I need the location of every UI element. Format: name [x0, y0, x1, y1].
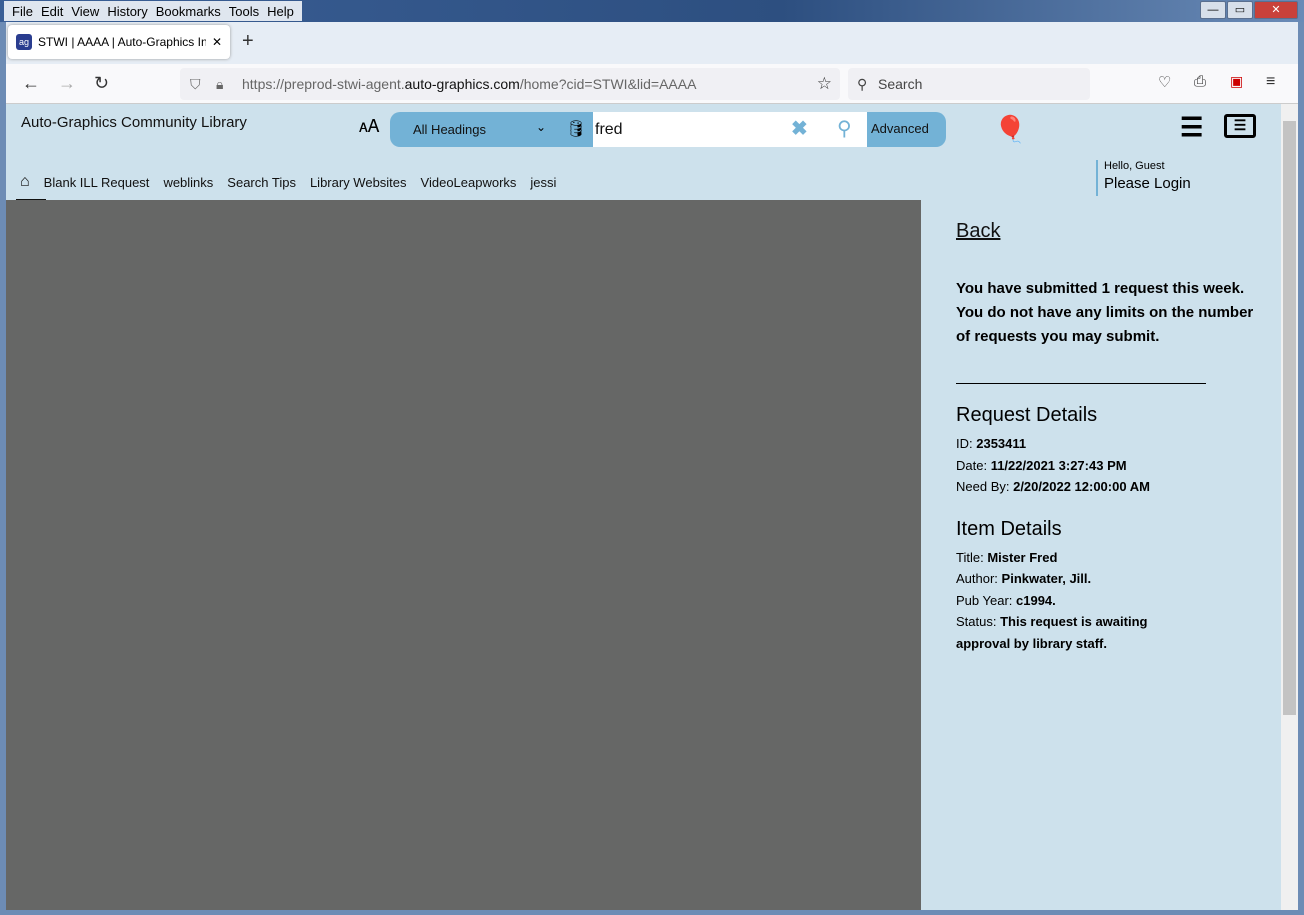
menu-bookmarks[interactable]: Bookmarks — [152, 4, 225, 19]
scrollbar[interactable] — [1281, 104, 1298, 910]
menu-view[interactable]: View — [67, 4, 103, 19]
search-bar: All Headings ⌄ 🛢︎ fred ✖ ⚲ Advanced — [390, 112, 946, 147]
nav-jessi[interactable]: jessi — [530, 175, 556, 190]
menu-history[interactable]: History — [103, 4, 151, 19]
back-arrow-icon[interactable]: ← — [22, 73, 40, 94]
nav-blank-ill-request[interactable]: Blank ILL Request — [44, 175, 150, 190]
tab-bar: ag STWI | AAAA | Auto-Graphics In ✕ + — [6, 22, 1298, 64]
bookmark-star-icon[interactable]: ☆ — [817, 68, 832, 100]
search-placeholder: Search — [878, 76, 923, 92]
back-link[interactable]: Back — [956, 220, 1256, 243]
favicon-icon: ag — [16, 34, 32, 50]
search-input[interactable]: fred ✖ ⚲ — [593, 112, 867, 147]
menu-edit[interactable]: Edit — [37, 4, 67, 19]
web-page: Auto-Graphics Community Library 🗚 All He… — [6, 104, 1298, 910]
message-submitted: You have submitted 1 request this week. — [956, 280, 1245, 297]
pocket-icon[interactable]: ♡ — [1158, 73, 1171, 91]
greeting: Hello, Guest — [1104, 160, 1165, 172]
menu-bar: File Edit View History Bookmarks Tools H… — [4, 1, 302, 21]
request-count-message: You have submitted 1 request this week. … — [956, 277, 1256, 349]
request-need-by: Need By: 2/20/2022 12:00:00 AM — [956, 479, 1150, 494]
request-panel: Back You have submitted 1 request this w… — [956, 220, 1256, 654]
divider — [956, 383, 1206, 384]
balloon-icon[interactable]: 🎈 — [994, 114, 1026, 145]
url-suffix: /home?cid=STWI&lid=AAAA — [519, 76, 697, 92]
url-domain: auto-graphics.com — [404, 76, 520, 92]
new-tab-button[interactable]: + — [242, 30, 254, 53]
nav-weblinks[interactable]: weblinks — [163, 175, 213, 190]
item-author: Author: Pinkwater, Jill. — [956, 571, 1092, 586]
database-icon[interactable]: 🛢︎ — [566, 119, 586, 139]
nav-search-tips[interactable]: Search Tips — [227, 175, 296, 190]
search-type-select[interactable]: All Headings — [413, 122, 486, 137]
scrollbar-thumb[interactable] — [1283, 121, 1296, 715]
search-icon[interactable]: ⚲ — [837, 112, 852, 147]
site-nav: ⌂ Blank ILL Request weblinks Search Tips… — [20, 173, 556, 191]
clear-icon[interactable]: ✖ — [791, 112, 808, 147]
menu-help[interactable]: Help — [263, 4, 298, 19]
browser-tab[interactable]: ag STWI | AAAA | Auto-Graphics In ✕ — [8, 25, 230, 59]
item-pub-year: Pub Year: c1994. — [956, 592, 1056, 608]
library-name: Auto-Graphics Community Library — [21, 114, 247, 131]
list-view-icon[interactable]: ☰ — [1224, 114, 1256, 138]
user-area: Hello, Guest Please Login — [1096, 160, 1191, 196]
chevron-down-icon[interactable]: ⌄ — [536, 120, 546, 134]
tab-title: STWI | AAAA | Auto-Graphics In — [38, 35, 206, 49]
nav-videoleapworks[interactable]: VideoLeapworks — [421, 175, 517, 190]
home-icon[interactable]: ⌂ — [20, 173, 30, 191]
shield-icon[interactable]: ⛉ — [190, 68, 201, 100]
nav-library-websites[interactable]: Library Websites — [310, 175, 407, 190]
window-titlebar: File Edit View History Bookmarks Tools H… — [0, 0, 1304, 22]
request-id: ID: 2353411 — [956, 436, 1027, 451]
close-tab-icon[interactable]: ✕ — [212, 35, 222, 49]
request-details-heading: Request Details — [956, 404, 1098, 426]
minimize-button[interactable]: — — [1200, 1, 1226, 19]
reload-icon[interactable]: ↻ — [94, 73, 109, 94]
menu-tools[interactable]: Tools — [225, 4, 263, 19]
extension-icon[interactable]: ▣ — [1230, 73, 1243, 90]
forward-arrow-icon[interactable]: → — [58, 73, 76, 94]
search-icon: ⚲ — [857, 76, 868, 92]
lock-icon: 🔒︎ — [216, 76, 224, 92]
hamburger-menu-icon[interactable]: ≡ — [1266, 73, 1275, 91]
advanced-search-button[interactable]: Advanced — [871, 121, 929, 136]
item-details-heading: Item Details — [956, 517, 1062, 540]
url-prefix: https://preprod-stwi-agent. — [242, 76, 405, 92]
close-window-button[interactable]: ✕ — [1254, 1, 1298, 19]
item-status: Status: This request is awaiting approva… — [956, 614, 1148, 651]
search-value: fred — [595, 121, 623, 138]
numbered-list-icon[interactable]: ☰ — [1180, 112, 1203, 143]
maximize-button[interactable]: ▭ — [1227, 1, 1253, 19]
language-icon[interactable]: 🗚 — [359, 116, 379, 137]
browser-search-field[interactable]: ⚲ Search — [848, 68, 1090, 100]
nav-toolbar: ← → ↻ ⛉ 🔒︎ https://preprod-stwi-agent.au… — [6, 64, 1298, 104]
login-link[interactable]: Please Login — [1104, 175, 1191, 192]
url-bar[interactable]: ⛉ 🔒︎ https://preprod-stwi-agent.auto-gra… — [180, 68, 840, 100]
message-limits: You do not have any limits on the number… — [956, 304, 1254, 345]
request-date: Date: 11/22/2021 3:27:43 PM — [956, 457, 1127, 473]
item-title: Title: Mister Fred — [956, 549, 1058, 565]
print-icon[interactable]: ⎙ — [1194, 73, 1206, 90]
modal-backdrop[interactable] — [6, 200, 921, 910]
menu-file[interactable]: File — [8, 4, 37, 19]
